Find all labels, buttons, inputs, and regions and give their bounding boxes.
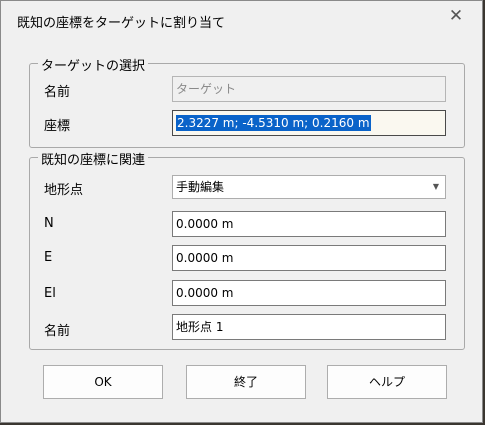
feature-point-dropdown[interactable]: 手動編集 ▼ (172, 175, 446, 199)
northing-label: N (44, 216, 54, 231)
target-coordinate-label: 座標 (44, 119, 71, 134)
target-coordinate-field[interactable]: 2.3227 m; -4.5310 m; 0.2160 m (172, 110, 446, 136)
northing-input[interactable]: 0.0000 m (172, 211, 446, 237)
elevation-input[interactable]: 0.0000 m (172, 280, 446, 306)
target-name-label: 名前 (44, 85, 71, 100)
easting-label: E (44, 250, 53, 265)
known-coordinate-legend: 既知の座標に関連 (38, 149, 149, 168)
target-selection-legend: ターゲットの選択 (38, 55, 149, 74)
help-button[interactable]: ヘルプ (327, 365, 447, 399)
target-selection-group: ターゲットの選択 名前 ターゲット 座標 2.3227 m; -4.5310 m… (29, 55, 465, 148)
target-coordinate-value: 2.3227 m; -4.5310 m; 0.2160 m (176, 115, 371, 131)
point-name-label: 名前 (44, 324, 71, 339)
dialog-title: 既知の座標をターゲットに割り当て (17, 16, 226, 31)
known-coordinate-group: 既知の座標に関連 地形点 手動編集 ▼ N 0.0000 m E 0.0000 … (29, 149, 465, 350)
chevron-down-icon: ▼ (432, 182, 439, 191)
point-name-input[interactable]: 地形点 1 (172, 314, 446, 340)
title-bar: 既知の座標をターゲットに割り当て ✕ (1, 1, 482, 37)
feature-point-label: 地形点 (44, 183, 84, 198)
finish-button[interactable]: 終了 (186, 365, 306, 399)
close-icon[interactable]: ✕ (442, 5, 470, 29)
elevation-label: El (44, 286, 56, 301)
easting-input[interactable]: 0.0000 m (172, 245, 446, 271)
ok-button[interactable]: OK (43, 365, 163, 399)
target-name-field: ターゲット (172, 76, 446, 102)
feature-point-selected: 手動編集 (176, 180, 225, 194)
assign-known-coordinate-dialog: 既知の座標をターゲットに割り当て ✕ ターゲットの選択 名前 ターゲット 座標 … (0, 0, 483, 423)
